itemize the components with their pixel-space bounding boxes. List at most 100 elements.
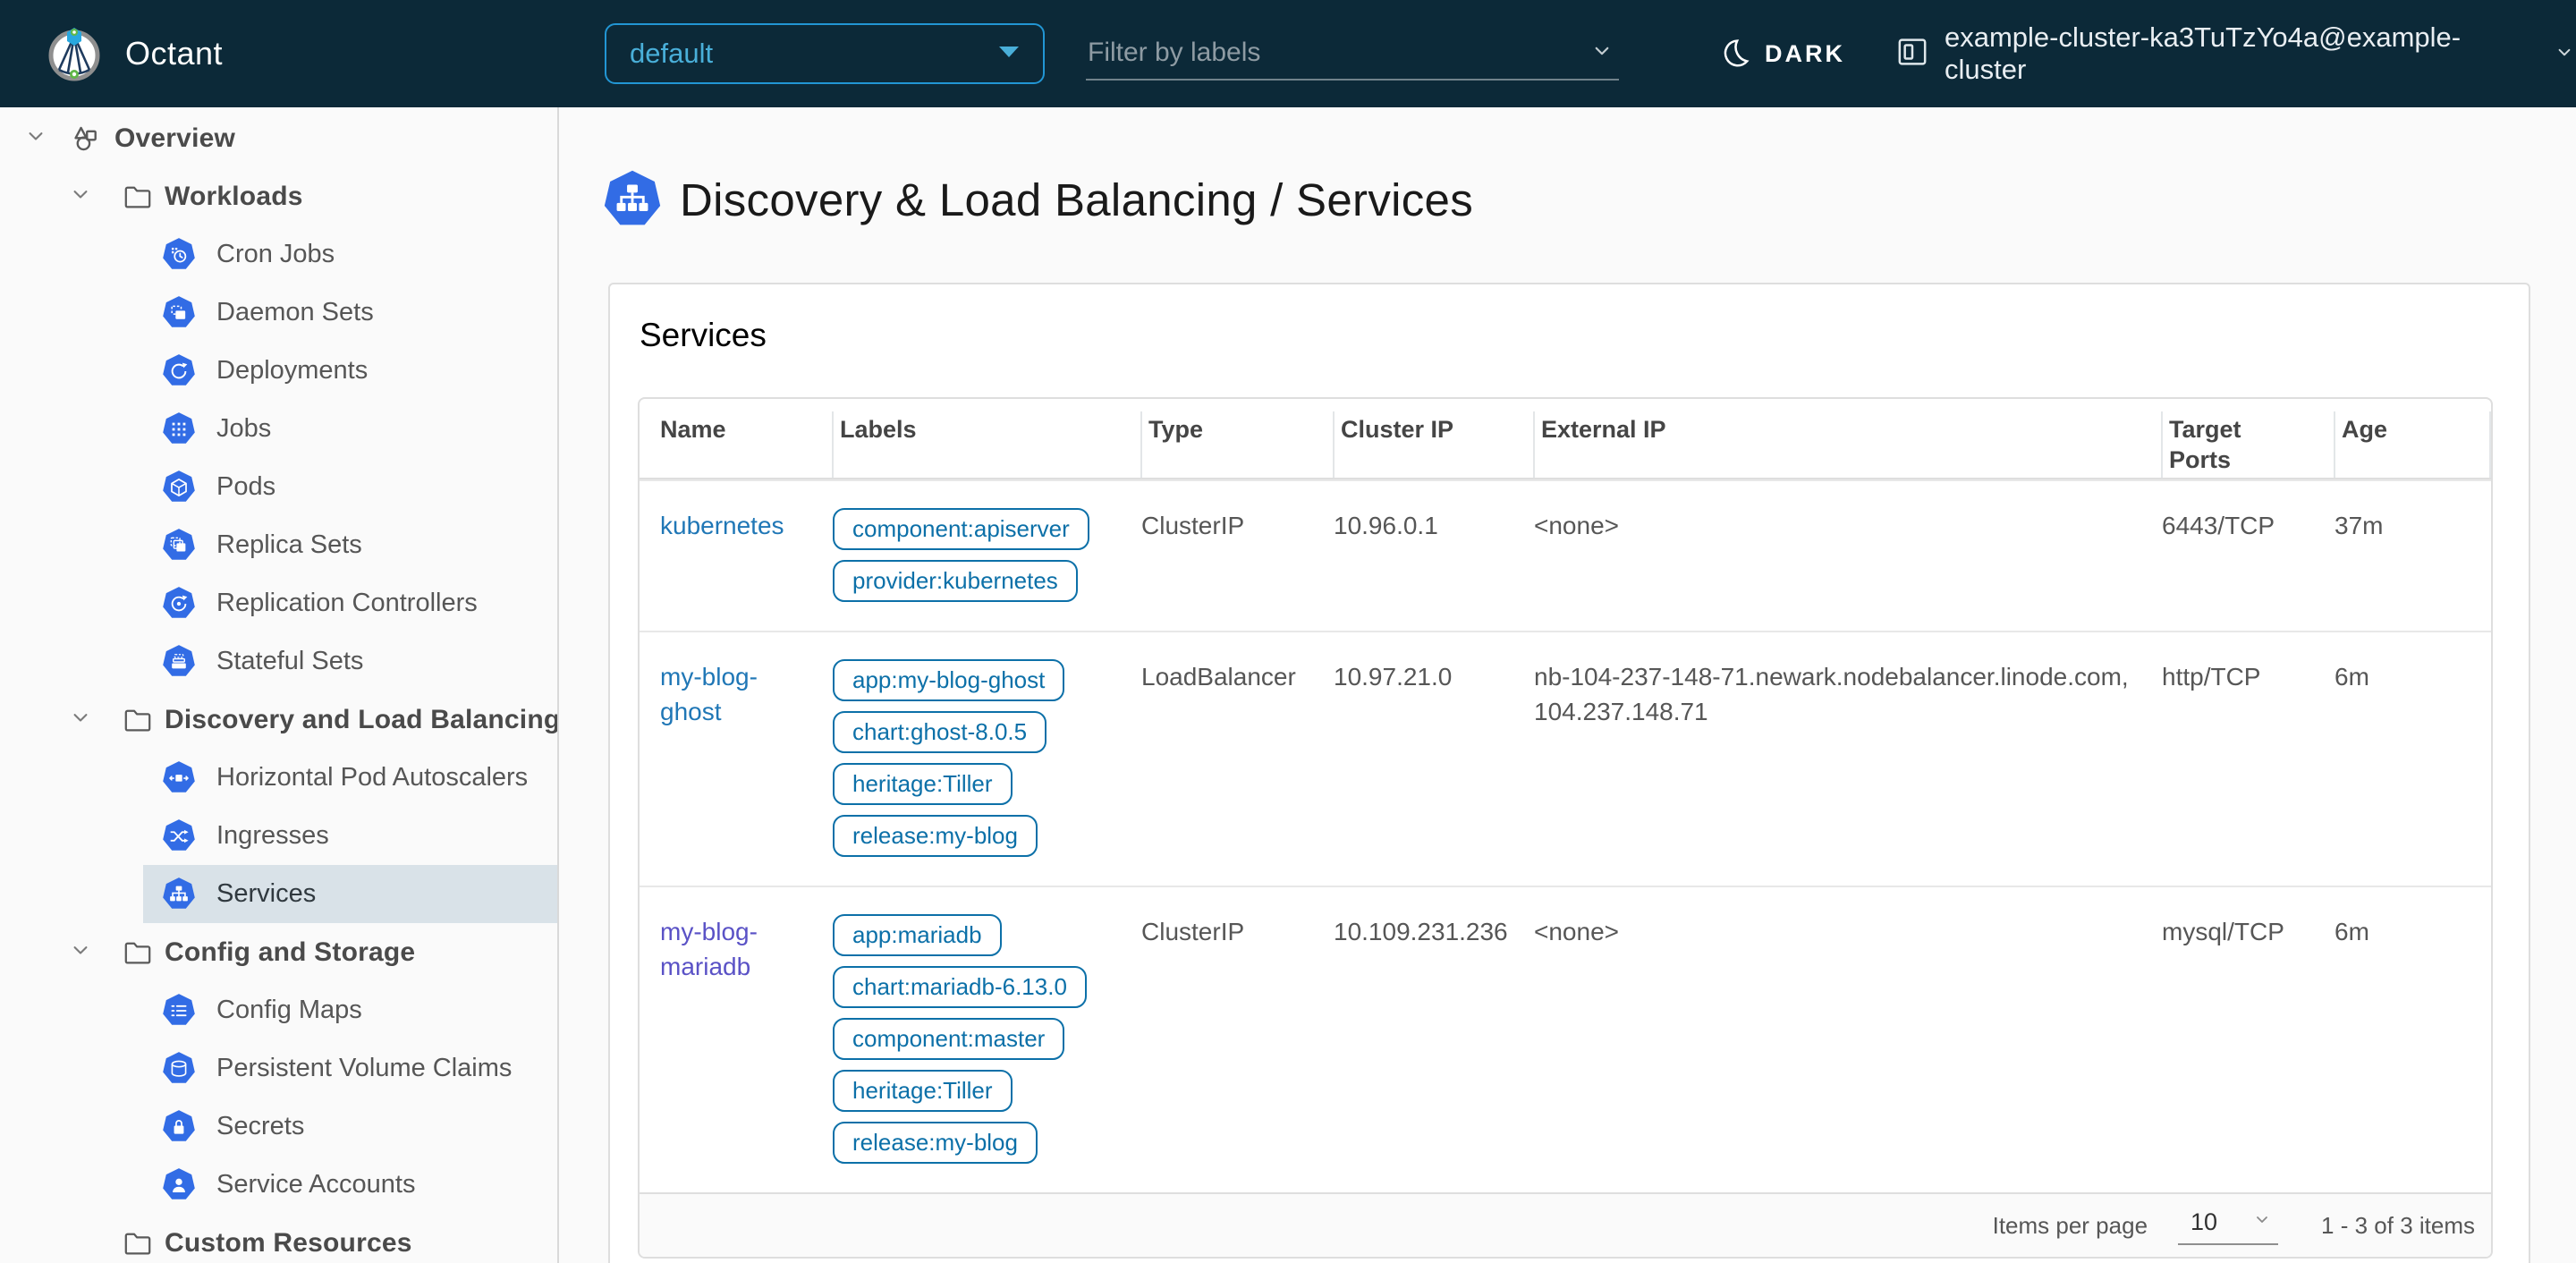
sidebar-item-stateful-sets[interactable]: Stateful Sets (0, 632, 557, 691)
chevron-down-icon[interactable] (68, 705, 93, 734)
sidebar-item-daemon-sets[interactable]: Daemon Sets (0, 284, 557, 342)
cluster-icon (1894, 34, 1930, 74)
sidebar-item-workloads[interactable]: Workloads (0, 167, 557, 225)
pagination-range: 1 - 3 of 3 items (2321, 1211, 2475, 1239)
dark-mode-label: DARK (1765, 39, 1845, 67)
sidebar-item-label: Services (216, 879, 317, 908)
services-icon (604, 170, 661, 225)
folder-icon (122, 704, 154, 736)
sidebar-item-config-maps[interactable]: Config Maps (0, 981, 557, 1039)
sidebar-item-pods[interactable]: Pods (0, 458, 557, 516)
app-header: Octant default Filter by labels DARK exa… (0, 0, 2576, 107)
services-card: Services Name Labels Type Cluster IP Ext… (608, 283, 2530, 1263)
label-chip[interactable]: app:mariadb (833, 914, 1002, 956)
sidebar-item-label: Workloads (165, 181, 303, 211)
items-per-page-select[interactable]: 10 (2178, 1207, 2279, 1245)
label-chip[interactable]: heritage:Tiller (833, 1070, 1013, 1112)
label-filter-placeholder: Filter by labels (1088, 38, 1261, 67)
cluster-ip-cell: 10.97.21.0 (1334, 663, 1453, 691)
external-ip-cell: nb-104-237-148-71.newark.nodebalancer.li… (1534, 663, 2129, 726)
page-title: Discovery & Load Balancing / Services (680, 174, 1474, 225)
sidebar-item-service-accounts[interactable]: Service Accounts (0, 1156, 557, 1214)
label-chip[interactable]: provider:kubernetes (833, 560, 1078, 602)
sidebar-item-deployments[interactable]: Deployments (0, 342, 557, 400)
sidebar-item-horizontal-pod-autoscalers[interactable]: Horizontal Pod Autoscalers (0, 749, 557, 807)
sidebar-item-discovery-and-load-balancing[interactable]: Discovery and Load Balancing (0, 691, 557, 749)
sidebar: Overview Workloads Cron Jobs Daemon Sets… (0, 107, 559, 1263)
deployments-icon (163, 354, 195, 386)
sidebar-item-persistent-volume-claims[interactable]: Persistent Volume Claims (0, 1039, 557, 1098)
label-chip[interactable]: release:my-blog (833, 815, 1038, 857)
sidebar-item-replica-sets[interactable]: Replica Sets (0, 516, 557, 574)
chevron-down-icon[interactable] (68, 182, 93, 211)
sidebar-item-label: Cron Jobs (216, 240, 335, 268)
sidebar-item-overview[interactable]: Overview (0, 109, 557, 167)
target-ports-cell: 6443/TCP (2162, 512, 2275, 539)
external-ip-cell: <none> (1534, 512, 1619, 539)
ingresses-icon (163, 819, 195, 851)
service-link[interactable]: my-blog-ghost (660, 663, 758, 725)
card-title: Services (640, 317, 767, 353)
daemon-sets-icon (163, 296, 195, 327)
label-chip[interactable]: app:my-blog-ghost (833, 659, 1065, 701)
secrets-icon (163, 1110, 195, 1141)
folder-icon (122, 937, 154, 969)
table-row: my-blog-mariadb app:mariadb chart:mariad… (640, 886, 2491, 1192)
label-chip[interactable]: release:my-blog (833, 1122, 1038, 1164)
chevron-down-icon[interactable] (68, 937, 93, 967)
pagination: Items per page 10 1 - 3 of 3 items (640, 1192, 2491, 1257)
sidebar-item-label: Discovery and Load Balancing (165, 704, 559, 734)
persistent-volume-claims-icon (163, 1052, 195, 1083)
folder-icon (122, 181, 154, 213)
sidebar-item-label: Replica Sets (216, 530, 362, 559)
label-chip[interactable]: heritage:Tiller (833, 763, 1013, 805)
label-chip[interactable]: chart:ghost-8.0.5 (833, 711, 1047, 753)
replication-controllers-icon (163, 587, 195, 618)
sidebar-item-custom-resources[interactable]: Custom Resources (0, 1214, 557, 1263)
namespace-value: default (630, 38, 714, 69)
service-link[interactable]: kubernetes (660, 512, 784, 539)
cron-jobs-icon (163, 238, 195, 269)
external-ip-cell: <none> (1534, 918, 1619, 945)
namespace-selector[interactable]: default (605, 23, 1045, 84)
items-per-page-value: 10 (2190, 1208, 2218, 1235)
sidebar-item-cron-jobs[interactable]: Cron Jobs (0, 225, 557, 284)
sidebar-item-replication-controllers[interactable]: Replication Controllers (0, 574, 557, 632)
label-filter-input[interactable]: Filter by labels (1086, 27, 1619, 81)
services-icon (163, 877, 195, 909)
sidebar-item-label: Custom Resources (165, 1227, 412, 1258)
chevron-down-icon (1589, 38, 1615, 69)
target-ports-cell: http/TCP (2162, 663, 2261, 691)
age-cell: 37m (2334, 512, 2384, 539)
services-table: Name Labels Type Cluster IP External IP … (638, 397, 2493, 1259)
table-row: my-blog-ghost app:my-blog-ghost chart:gh… (640, 631, 2491, 886)
label-chip[interactable]: component:master (833, 1018, 1065, 1060)
age-cell: 6m (2334, 663, 2369, 691)
type-cell: ClusterIP (1141, 512, 1245, 539)
target-ports-cell: mysql/TCP (2162, 918, 2284, 945)
sidebar-item-config-and-storage[interactable]: Config and Storage (0, 923, 557, 981)
column-header-type: Type (1140, 399, 1334, 478)
dark-mode-toggle[interactable]: DARK (1719, 0, 1845, 107)
sidebar-item-label: Horizontal Pod Autoscalers (216, 763, 529, 792)
label-chip[interactable]: component:apiserver (833, 508, 1089, 550)
sidebar-item-secrets[interactable]: Secrets (0, 1098, 557, 1156)
sidebar-item-jobs[interactable]: Jobs (0, 400, 557, 458)
pods-icon (163, 470, 195, 502)
objects-icon (68, 122, 102, 156)
main-content: Discovery & Load Balancing / Services Se… (561, 107, 2576, 1263)
sidebar-item-ingresses[interactable]: Ingresses (0, 807, 557, 865)
context-selector[interactable]: example-cluster-ka3TuTzYo4a@example-clus… (1894, 0, 2576, 107)
sidebar-item-services[interactable]: Services (0, 865, 557, 923)
replica-sets-icon (163, 529, 195, 560)
sidebar-item-label: Overview (114, 123, 236, 153)
label-chip[interactable]: chart:mariadb-6.13.0 (833, 966, 1087, 1008)
sidebar-item-label: Replication Controllers (216, 589, 478, 617)
page-title-row: Discovery & Load Balancing / Services (601, 168, 2530, 231)
sidebar-item-label: Config and Storage (165, 937, 416, 967)
config-maps-icon (163, 994, 195, 1025)
chevron-down-icon[interactable] (23, 123, 48, 153)
column-header-age: Age (2334, 399, 2491, 478)
items-per-page-label: Items per page (1992, 1211, 2148, 1239)
service-link[interactable]: my-blog-mariadb (660, 918, 758, 980)
